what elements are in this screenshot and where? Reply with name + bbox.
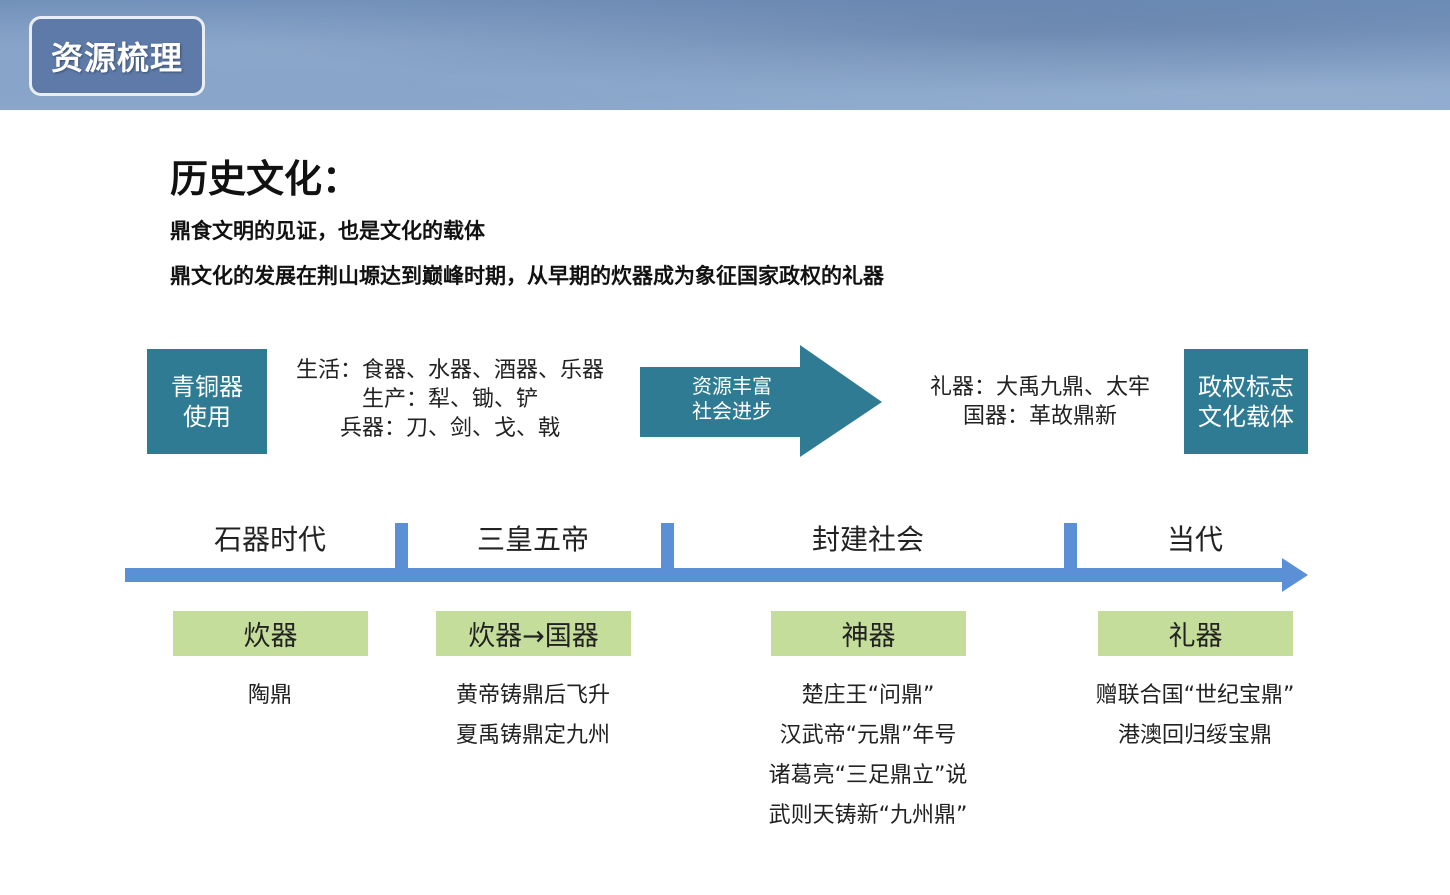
use-life: 生活：食器、水器、酒器、乐器 <box>295 358 604 383</box>
example-item: 陶鼎 <box>247 683 292 708</box>
timeline-divider-1 <box>395 523 408 573</box>
category-sacred-vessel: 神器 <box>771 611 966 656</box>
example-item: 黄帝铸鼎后飞升 <box>455 683 610 708</box>
use-weapons: 兵器：刀、剑、戈、戟 <box>339 416 560 441</box>
examples-contemporary: 赠联合国“世纪宝鼎” 港澳回归绥宝鼎 <box>1055 676 1335 756</box>
subtitle-line-1: 鼎食文明的见证，也是文化的载体 <box>170 219 485 243</box>
example-item: 赠联合国“世纪宝鼎” <box>1095 683 1295 708</box>
bronze-use-line-2: 使用 <box>183 402 231 431</box>
category-cooking-vessel: 炊器 <box>173 611 368 656</box>
use-ritual: 礼器：大禹九鼎、太牢 <box>929 375 1150 400</box>
header-banner <box>0 0 1450 110</box>
example-item: 楚庄王“问鼎” <box>801 683 935 708</box>
bronze-uses-list: 生活：食器、水器、酒器、乐器 生产：犁、锄、铲 兵器：刀、剑、戈、戟 <box>270 356 630 443</box>
use-production: 生产：犁、锄、铲 <box>361 387 538 412</box>
timeline-divider-2 <box>661 523 674 573</box>
era-three-sovereigns: 三皇五帝 <box>476 523 589 556</box>
page-title: 历史文化： <box>170 157 361 201</box>
section-badge: 资源梳理 <box>29 16 205 96</box>
arrow-label: 资源丰富 社会进步 <box>652 374 812 424</box>
era-contemporary: 当代 <box>1166 523 1223 556</box>
example-item: 港澳回归绥宝鼎 <box>1117 723 1272 748</box>
arrow-label-line-2: 社会进步 <box>692 399 772 423</box>
bronze-use-line-1: 青铜器 <box>171 372 243 401</box>
examples-feudal: 楚庄王“问鼎” 汉武帝“元鼎”年号 诸葛亮“三足鼎立”说 武则天铸新“九州鼎” <box>723 676 1013 836</box>
subtitle-line-2: 鼎文化的发展在荆山塬达到巅峰时期，从早期的炊器成为象征国家政权的礼器 <box>170 264 884 288</box>
arrow-label-line-1: 资源丰富 <box>692 374 772 398</box>
regime-culture-box: 政权标志 文化载体 <box>1184 349 1308 454</box>
use-state: 国器：革故鼎新 <box>962 404 1117 429</box>
era-stone-age: 石器时代 <box>213 523 326 556</box>
bronze-use-box: 青铜器 使用 <box>147 349 267 454</box>
example-item: 夏禹铸鼎定九州 <box>455 723 610 748</box>
era-feudal: 封建社会 <box>811 523 924 556</box>
category-ritual-vessel: 礼器 <box>1098 611 1293 656</box>
ritual-uses-list: 礼器：大禹九鼎、太牢 国器：革故鼎新 <box>900 373 1180 431</box>
example-item: 武则天铸新“九州鼎” <box>768 803 968 828</box>
examples-stone-age: 陶鼎 <box>170 676 370 716</box>
header-texture <box>0 0 1450 110</box>
example-item: 汉武帝“元鼎”年号 <box>779 723 957 748</box>
regime-line-1: 政权标志 <box>1198 372 1294 401</box>
examples-three-sovereigns: 黄帝铸鼎后飞升 夏禹铸鼎定九州 <box>413 676 653 756</box>
regime-line-2: 文化载体 <box>1198 402 1294 431</box>
timeline-divider-3 <box>1064 523 1077 573</box>
category-vessel-to-state: 炊器→国器 <box>436 611 631 656</box>
example-item: 诸葛亮“三足鼎立”说 <box>768 763 968 788</box>
